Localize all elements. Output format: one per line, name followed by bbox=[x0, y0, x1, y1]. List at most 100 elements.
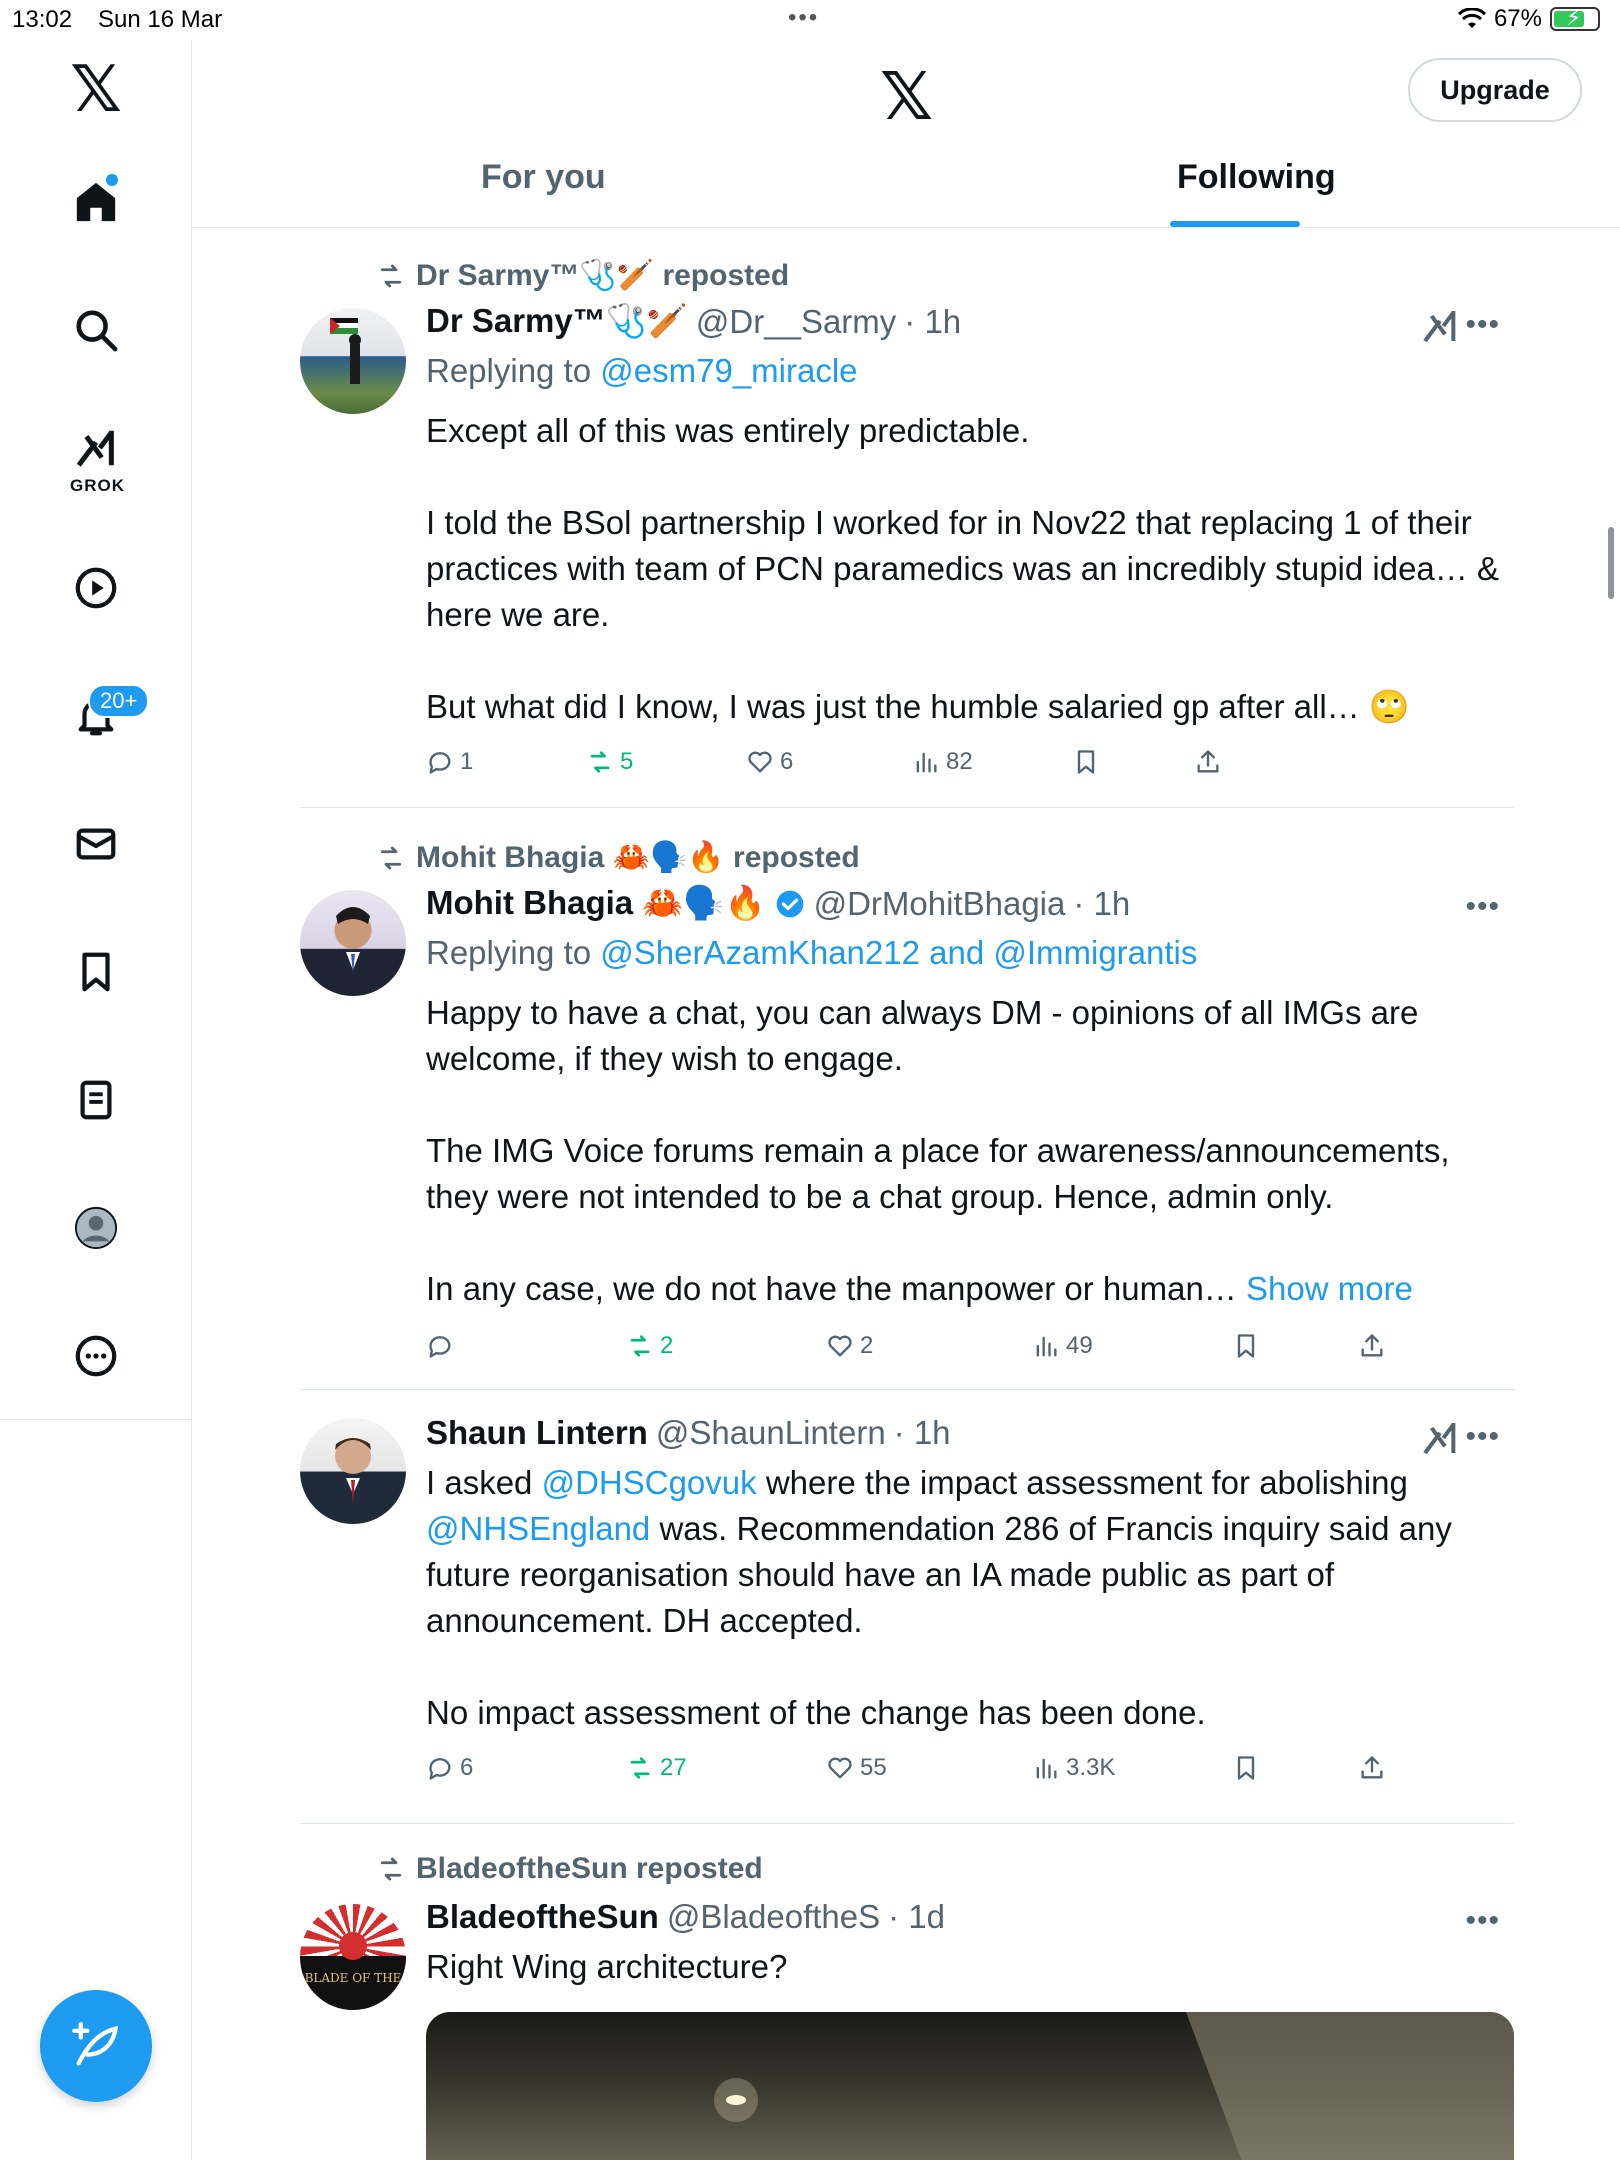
mention-link[interactable]: @NHSEngland bbox=[426, 1510, 650, 1547]
repost-button[interactable]: 27 bbox=[626, 1754, 687, 1782]
post-author-line: Shaun Lintern @ShaunLintern · 1h bbox=[426, 1414, 951, 1452]
status-bar: 13:02 Sun 16 Mar ••• 67% ⚡ bbox=[0, 0, 1620, 40]
messages-envelope-icon[interactable] bbox=[56, 804, 136, 884]
reply-icon bbox=[429, 1336, 451, 1358]
status-right: 67% ⚡ bbox=[1457, 5, 1600, 33]
post-time: · 1d bbox=[888, 1898, 946, 1935]
share-button[interactable] bbox=[1194, 748, 1222, 776]
post-more-icon[interactable]: ••• bbox=[1465, 890, 1500, 924]
author-name[interactable]: Dr Sarmy™🩺🏏 bbox=[426, 302, 688, 341]
post-mohit-bhagia[interactable]: Mohit Bhagia 🦀🗣️🔥 reposted Mohit Bhagia … bbox=[300, 840, 1514, 1380]
views-button[interactable]: 49 bbox=[1032, 1332, 1093, 1360]
views-button[interactable]: 82 bbox=[912, 748, 973, 776]
author-name[interactable]: BladeoftheSun bbox=[426, 1898, 659, 1936]
view-count: 3.3K bbox=[1066, 1754, 1116, 1781]
reply-button[interactable]: 6 bbox=[426, 1754, 473, 1782]
repost-icon bbox=[630, 1335, 650, 1357]
repost-button[interactable]: 5 bbox=[586, 748, 633, 776]
post-more-icon[interactable]: ••• bbox=[1465, 1904, 1500, 1938]
post-paragraph: Except all of this was entirely predicta… bbox=[426, 412, 1030, 449]
heart-icon bbox=[748, 751, 772, 773]
replying-to-link[interactable]: @esm79_miracle bbox=[600, 352, 857, 389]
post-paragraph: I told the BSol partnership I worked for… bbox=[426, 504, 1499, 633]
video-play-icon[interactable] bbox=[56, 548, 136, 628]
heart-icon bbox=[828, 1757, 852, 1779]
author-handle[interactable]: @DrMohitBhagia bbox=[814, 885, 1066, 923]
reply-button[interactable] bbox=[426, 1332, 460, 1360]
post-more-icon[interactable]: ••• bbox=[1465, 308, 1500, 342]
bookmark-button[interactable] bbox=[1072, 748, 1100, 776]
view-count: 49 bbox=[1066, 1332, 1093, 1359]
x-logo-icon[interactable]: 𝕏 bbox=[56, 50, 136, 130]
author-handle[interactable]: @BladeoftheS bbox=[667, 1898, 880, 1936]
post-divider bbox=[300, 807, 1514, 808]
bookmark-button[interactable] bbox=[1232, 1754, 1260, 1782]
active-tab-indicator bbox=[1170, 221, 1300, 227]
share-button[interactable] bbox=[1358, 1332, 1386, 1360]
author-handle[interactable]: @Dr__Sarmy bbox=[696, 303, 896, 341]
tab-for-you[interactable]: For you bbox=[481, 158, 606, 197]
post-dr-sarmy[interactable]: Dr Sarmy™🩺🏏 reposted Dr Sarmy™🩺🏏 @Dr__Sa… bbox=[300, 258, 1514, 788]
repost-by-text: Mohit Bhagia 🦀🗣️🔥 reposted bbox=[416, 841, 860, 874]
post-text: Happy to have a chat, you can always DM … bbox=[426, 990, 1516, 1312]
reply-button[interactable]: 1 bbox=[426, 748, 473, 776]
grok-label: GROK bbox=[70, 476, 125, 495]
post-more-icon[interactable]: ••• bbox=[1465, 1420, 1500, 1454]
post-text: Right Wing architecture? bbox=[426, 1944, 1516, 1990]
tab-following[interactable]: Following bbox=[1177, 158, 1336, 197]
repost-by-text: Dr Sarmy™🩺🏏 reposted bbox=[416, 259, 790, 292]
post-media-image[interactable] bbox=[426, 2012, 1514, 2160]
author-name[interactable]: Shaun Lintern bbox=[426, 1414, 648, 1452]
timeline-header: 𝕏 Upgrade For you Following bbox=[192, 40, 1620, 228]
compose-post-button[interactable] bbox=[40, 1990, 152, 2102]
mention-link[interactable]: @DHSCgovuk bbox=[542, 1464, 757, 1501]
post-text: Except all of this was entirely predicta… bbox=[426, 408, 1516, 730]
repost-button[interactable]: 2 bbox=[626, 1332, 673, 1360]
post-paragraph: No impact assessment of the change has b… bbox=[426, 1694, 1206, 1731]
post-paragraph: Happy to have a chat, you can always DM … bbox=[426, 994, 1419, 1077]
avatar[interactable] bbox=[300, 890, 406, 996]
post-actions: 1 5 6 82 bbox=[426, 748, 1426, 788]
scrollbar-thumb[interactable] bbox=[1608, 527, 1614, 599]
bookmarks-icon[interactable] bbox=[56, 932, 136, 1012]
post-paragraph: The IMG Voice forums remain a place for … bbox=[426, 1132, 1450, 1215]
search-icon[interactable] bbox=[56, 290, 136, 370]
bookmark-button[interactable] bbox=[1232, 1332, 1260, 1360]
post-shaun-lintern[interactable]: Shaun Lintern @ShaunLintern · 1h ••• I a… bbox=[300, 1414, 1514, 1798]
author-name[interactable]: Mohit Bhagia 🦀🗣️🔥 bbox=[426, 884, 766, 923]
repost-count: 5 bbox=[620, 748, 634, 775]
like-button[interactable]: 6 bbox=[746, 748, 793, 776]
views-button[interactable]: 3.3K bbox=[1032, 1754, 1115, 1782]
avatar[interactable]: BLADE OF THE bbox=[300, 1904, 406, 2010]
repost-icon bbox=[380, 264, 402, 287]
verified-badge-icon bbox=[776, 890, 803, 917]
avatar[interactable] bbox=[300, 308, 406, 414]
grok-explain-icon[interactable] bbox=[1420, 306, 1460, 346]
post-paragraph: Right Wing architecture? bbox=[426, 1948, 788, 1985]
like-button[interactable]: 2 bbox=[826, 1332, 873, 1360]
profile-avatar-icon[interactable] bbox=[56, 1188, 136, 1268]
post-time: · 1h bbox=[1073, 884, 1131, 922]
avatar[interactable] bbox=[300, 1418, 406, 1524]
upgrade-button[interactable]: Upgrade bbox=[1408, 58, 1582, 122]
like-count: 55 bbox=[860, 1754, 887, 1781]
more-options-icon[interactable] bbox=[56, 1316, 136, 1396]
lists-icon[interactable] bbox=[56, 1060, 136, 1140]
heart-icon bbox=[828, 1335, 852, 1357]
author-handle[interactable]: @ShaunLintern bbox=[656, 1414, 886, 1452]
share-button[interactable] bbox=[1358, 1754, 1386, 1782]
like-button[interactable]: 55 bbox=[826, 1754, 887, 1782]
post-actions: 2 2 49 bbox=[426, 1332, 1426, 1372]
repost-icon bbox=[380, 846, 402, 869]
home-icon[interactable] bbox=[56, 162, 136, 242]
show-more-link[interactable]: Show more bbox=[1246, 1270, 1413, 1307]
replying-to-link[interactable]: @SherAzamKhan212 and @Immigrantis bbox=[600, 934, 1197, 971]
truncated-text: In any case, we do not have the manpower… bbox=[426, 1270, 1246, 1307]
home-unread-dot bbox=[106, 174, 118, 186]
share-icon bbox=[1361, 1756, 1383, 1779]
views-chart-icon bbox=[1036, 1758, 1057, 1779]
post-author-line: Mohit Bhagia 🦀🗣️🔥 @DrMohitBhagia · 1h bbox=[426, 884, 1130, 923]
multitasking-dots[interactable]: ••• bbox=[788, 4, 819, 32]
grok-explain-icon[interactable] bbox=[1420, 1418, 1460, 1458]
post-bladeofthesun[interactable]: BladeoftheSun reposted BLADE OF THE Blad… bbox=[300, 1852, 1514, 2160]
